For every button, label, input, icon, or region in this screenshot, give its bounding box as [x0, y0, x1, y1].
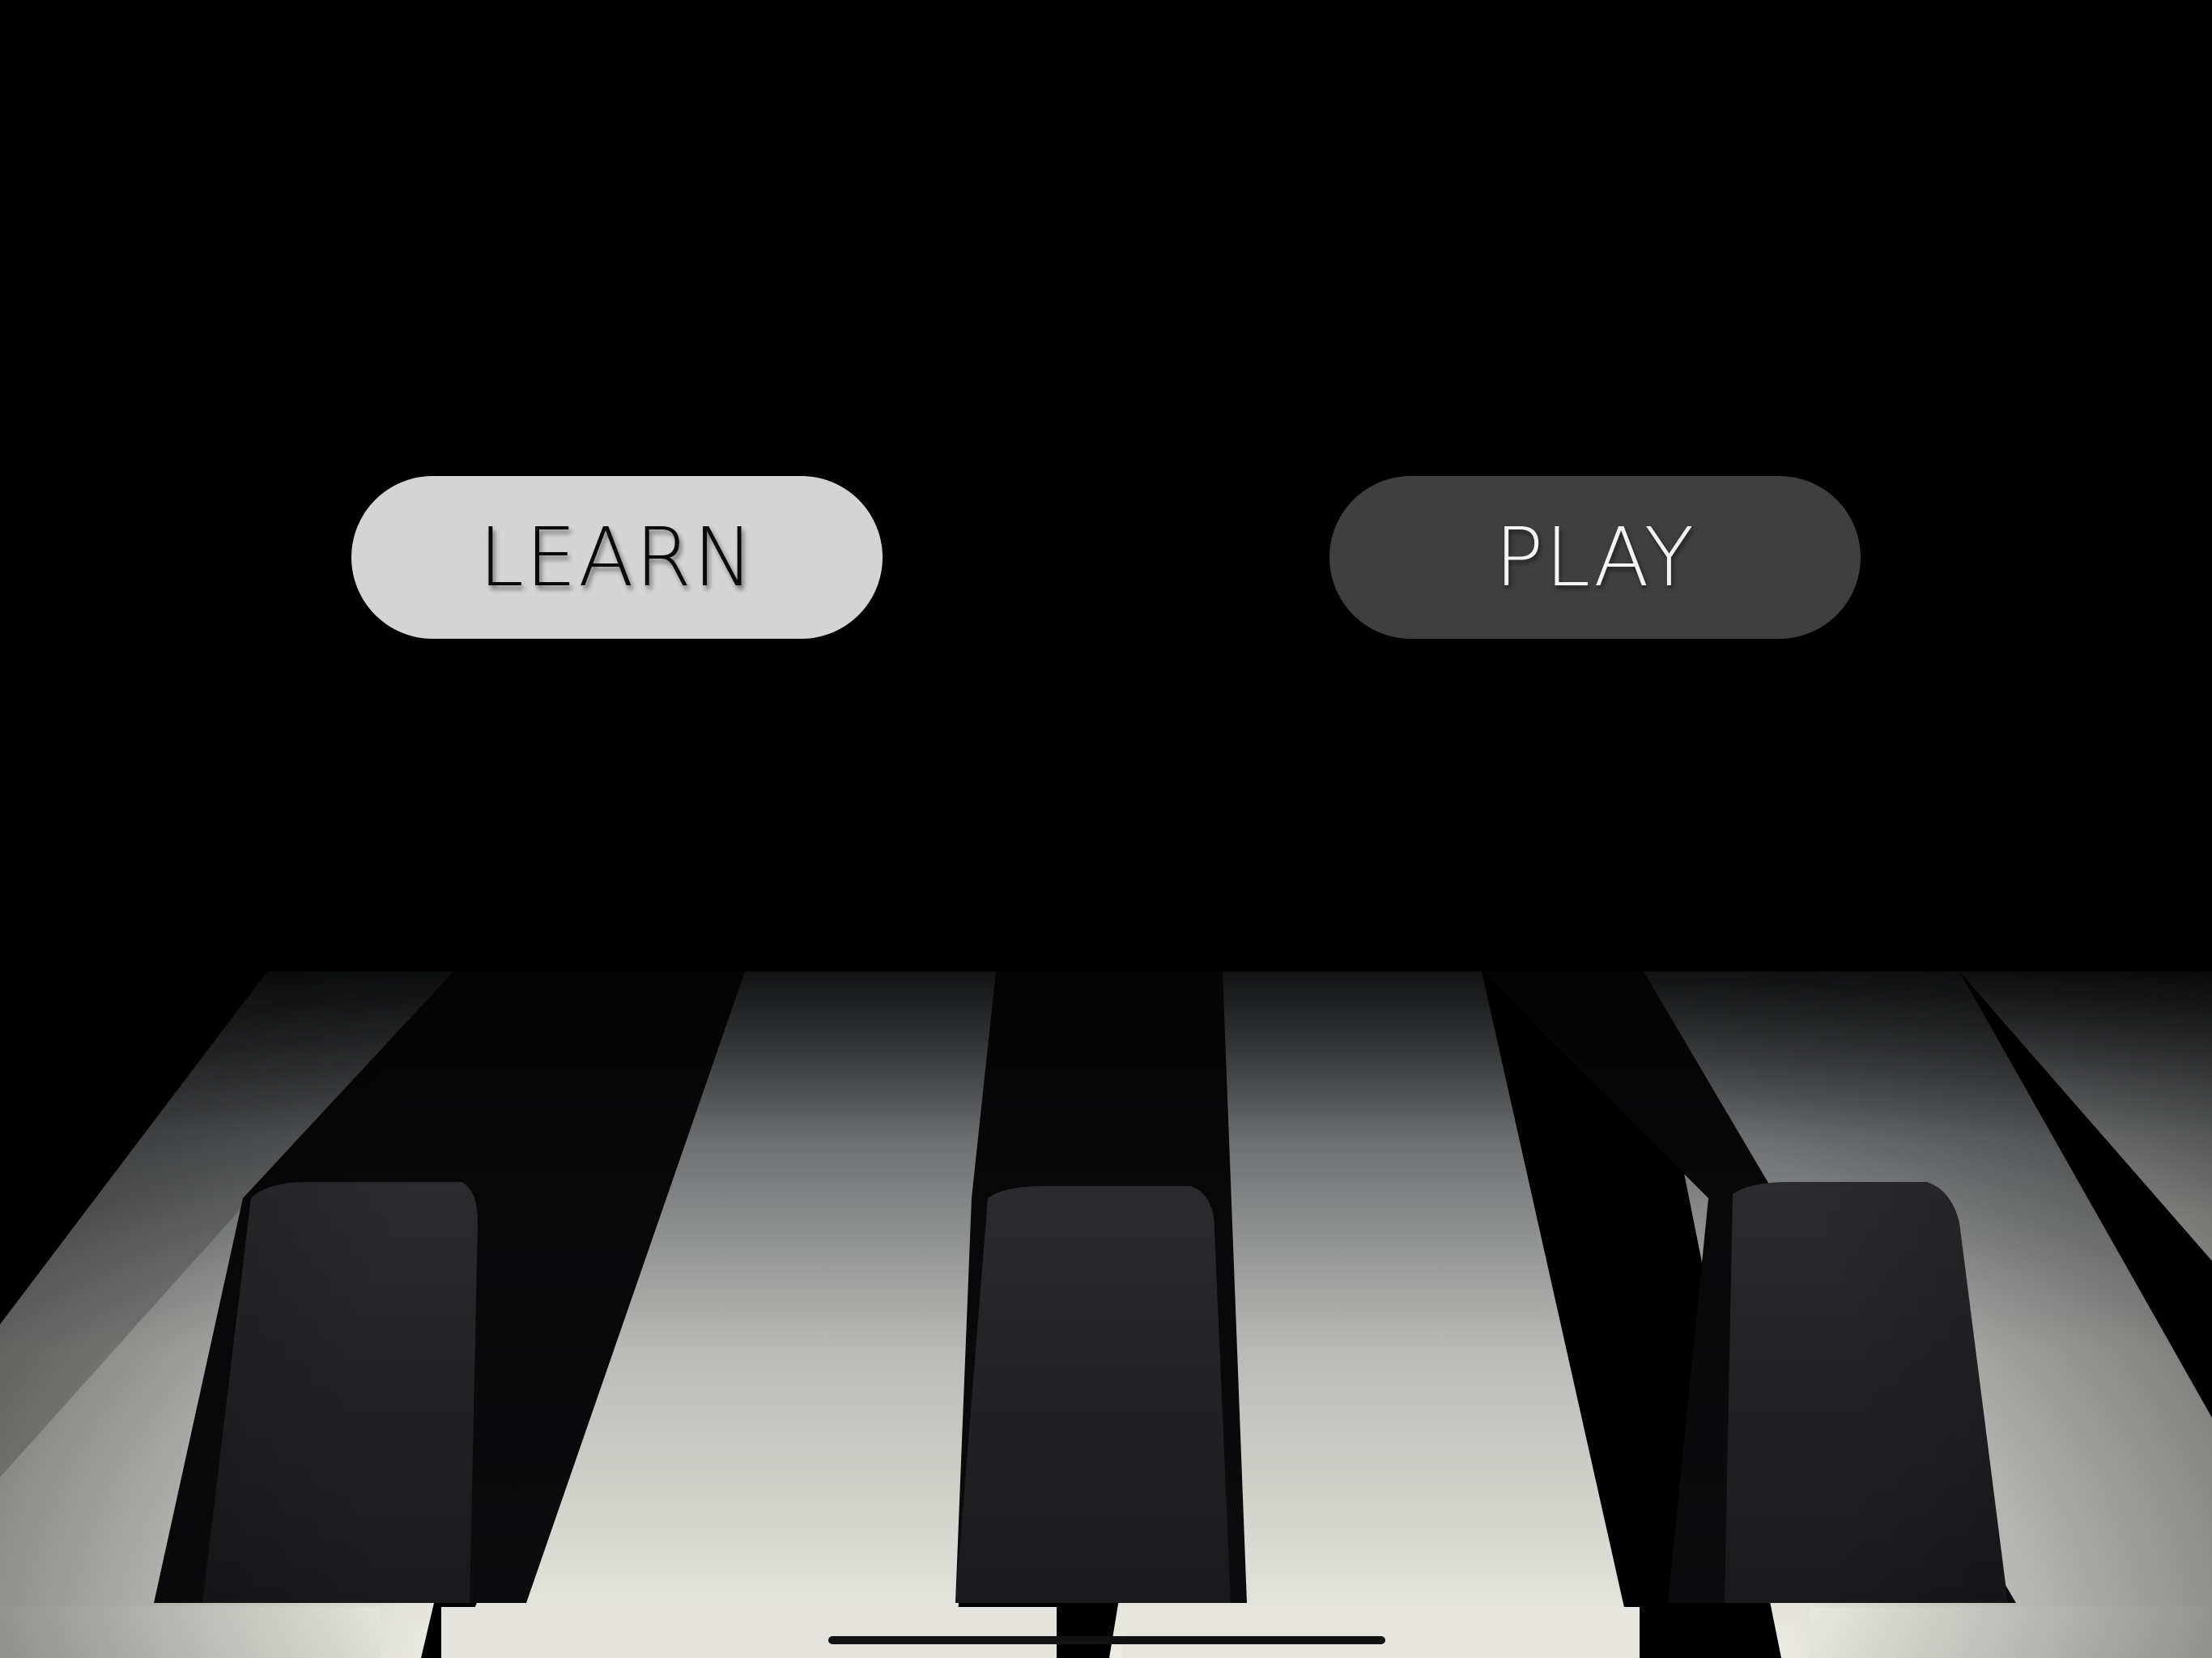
- home-indicator[interactable]: [828, 1636, 1385, 1644]
- app-screen: LEARN PLAY: [0, 0, 2212, 1658]
- learn-button[interactable]: LEARN: [351, 476, 883, 639]
- play-button-label: PLAY: [1494, 510, 1696, 605]
- piano-keys-background: [0, 0, 2212, 1658]
- learn-button-label: LEARN: [479, 510, 755, 605]
- play-button[interactable]: PLAY: [1329, 476, 1861, 639]
